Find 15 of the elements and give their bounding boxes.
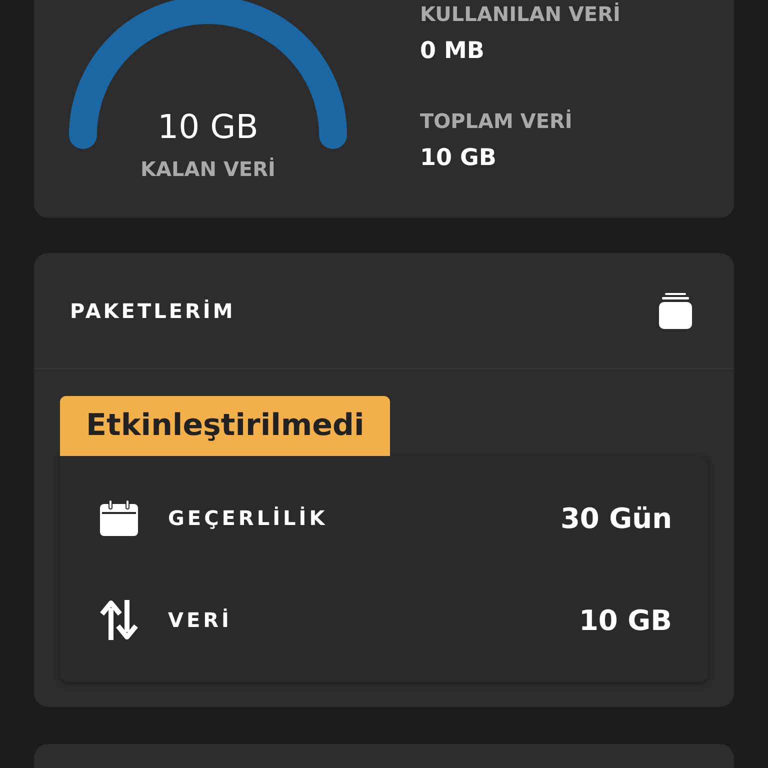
detail-label: VERİ (168, 608, 233, 632)
stat-value: 10 GB (420, 144, 498, 172)
detail-label: GEÇERLİLİK (168, 506, 329, 530)
detail-value: 10 GB (578, 604, 672, 636)
stat-value: 0 MB (420, 37, 486, 65)
stat-label: KULLANILAN VERİ (420, 2, 620, 26)
up-down-arrows-icon (100, 600, 138, 640)
stack-icon (659, 292, 692, 328)
remaining-label: KALAN VERİ (140, 157, 276, 181)
section-title: PAKETLERİM (70, 298, 236, 322)
calendar-icon (100, 500, 138, 536)
remaining-value: 10 GB (156, 107, 260, 146)
status-badge: Etkinleştirilmedi (60, 396, 390, 456)
detail-value: 30 Gün (560, 502, 672, 534)
stat-label: TOPLAM VERİ (420, 109, 574, 133)
